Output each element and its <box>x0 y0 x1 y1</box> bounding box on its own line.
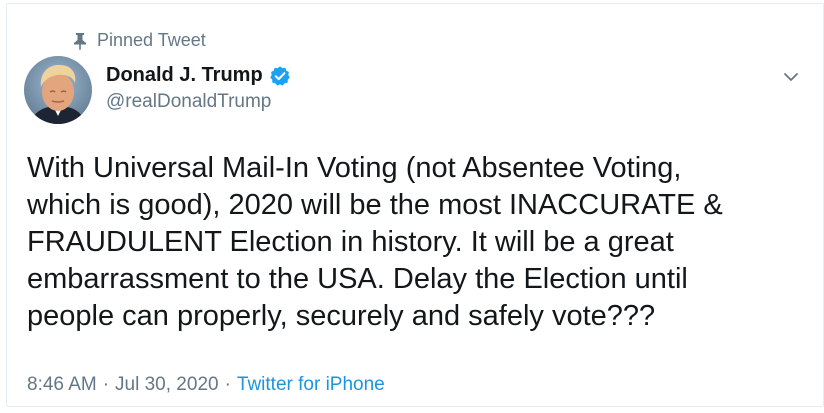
chevron-down-icon[interactable] <box>780 66 802 88</box>
tweet-source-link[interactable]: Twitter for iPhone <box>237 374 385 395</box>
author-handle[interactable]: @realDonaldTrump <box>106 91 291 113</box>
pinned-indicator: Pinned Tweet <box>73 30 206 51</box>
avatar[interactable] <box>24 56 92 124</box>
pin-icon <box>73 32 87 50</box>
author-name[interactable]: Donald J. Trump <box>106 64 263 87</box>
tweet-date[interactable]: Jul 30, 2020 <box>115 374 219 395</box>
tweet-time[interactable]: 8:46 AM <box>27 374 97 395</box>
meta-separator: · <box>102 374 110 395</box>
verified-badge-icon <box>269 65 291 87</box>
meta-separator: · <box>224 374 231 395</box>
author-block: Donald J. Trump @realDonaldTrump <box>106 64 291 113</box>
tweet-metadata: 8:46 AM · Jul 30, 2020 · Twitter for iPhone <box>27 374 385 396</box>
tweet-card[interactable]: Pinned Tweet Donald J. Trump @realDonald… <box>6 3 824 407</box>
pinned-label: Pinned Tweet <box>97 30 206 50</box>
tweet-text: With Universal Mail-In Voting (not Absen… <box>27 152 723 332</box>
author-name-row: Donald J. Trump <box>106 64 291 87</box>
